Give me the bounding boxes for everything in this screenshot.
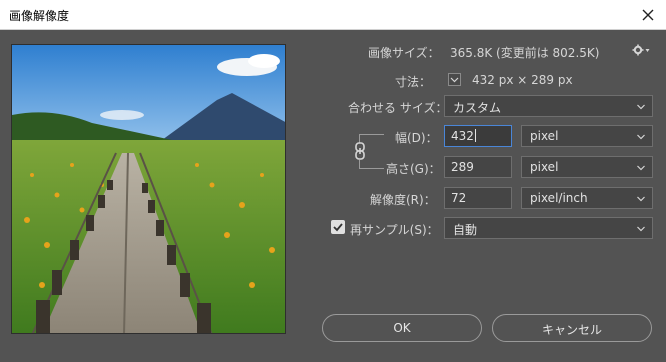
image-size-value: 365.8K (変更前は 802.5K) — [450, 46, 600, 60]
resample-label: 再サンプル(S)： — [350, 223, 439, 237]
close-icon[interactable] — [636, 3, 660, 27]
cancel-button[interactable]: キャンセル — [492, 314, 652, 342]
image-preview[interactable] — [11, 44, 286, 334]
height-unit-value: pixel — [530, 160, 559, 174]
chain-link-icon[interactable] — [354, 142, 366, 160]
dimensions-label: 寸法： — [395, 75, 432, 89]
resolution-unit-select[interactable]: pixel/inch — [521, 187, 653, 209]
width-value: 432 — [451, 129, 474, 143]
chevron-down-icon — [636, 131, 646, 141]
height-unit-select[interactable]: pixel — [521, 156, 653, 178]
link-bracket-bottom-arm — [359, 168, 384, 169]
fit-to-select[interactable]: カスタム — [444, 95, 653, 117]
height-value: 289 — [451, 160, 474, 174]
resample-checkbox[interactable] — [331, 220, 345, 234]
image-size-label: 画像サイズ： — [368, 46, 440, 60]
chevron-down-icon — [636, 162, 646, 172]
resample-value: 自動 — [453, 223, 478, 237]
width-label: 幅(D)： — [395, 131, 438, 145]
height-label: 高さ(G)： — [386, 162, 441, 176]
text-caret — [474, 129, 476, 142]
title-bar: 画像解像度 — [0, 0, 666, 30]
fit-to-value: カスタム — [453, 101, 502, 115]
ok-button[interactable]: OK — [322, 314, 482, 342]
chevron-down-icon — [636, 101, 646, 111]
chevron-down-icon — [636, 193, 646, 203]
chevron-down-icon — [636, 223, 646, 233]
resolution-input[interactable]: 72 — [444, 187, 512, 209]
height-input[interactable]: 289 — [444, 156, 512, 178]
resolution-value: 72 — [451, 191, 467, 205]
dimensions-value: 432 px × 289 px — [472, 73, 573, 87]
gear-icon[interactable] — [632, 43, 650, 57]
fit-to-label: 合わせる サイズ： — [348, 101, 448, 115]
resolution-unit-value: pixel/inch — [530, 191, 588, 205]
image-size-dialog: 画像サイズ： 365.8K (変更前は 802.5K) 寸法： 432 px ×… — [0, 30, 666, 362]
dimensions-unit-toggle[interactable] — [448, 73, 461, 86]
window-title: 画像解像度 — [9, 9, 70, 23]
width-unit-value: pixel — [530, 129, 559, 143]
width-unit-select[interactable]: pixel — [521, 125, 653, 147]
link-bracket-top-arm — [359, 134, 384, 135]
width-input[interactable]: 432 — [444, 125, 512, 147]
resample-select[interactable]: 自動 — [444, 217, 653, 239]
resolution-label: 解像度(R)： — [370, 193, 436, 207]
